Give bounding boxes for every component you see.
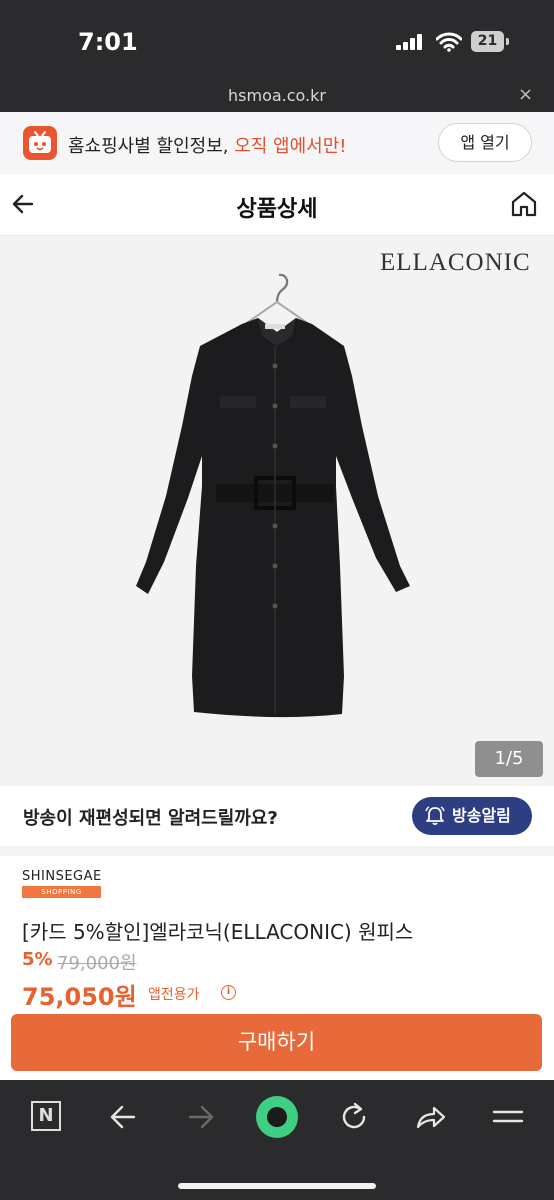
home-indicator[interactable] [178,1183,376,1189]
notify-question: 방송이 재편성되면 알려드릴까요? [23,808,278,829]
page-title: 상품상세 [236,197,318,222]
green-dot-center [267,1107,287,1127]
section-divider [0,846,554,856]
menu-icon[interactable] [492,1100,524,1134]
close-icon[interactable]: × [518,84,533,105]
naver-n-icon[interactable]: N [31,1101,61,1131]
broadcast-notify-section: 방송이 재편성되면 알려드릴까요? 방송알림 [0,786,554,846]
image-counter: 1/5 [475,741,543,777]
battery-nub [506,38,509,45]
home-icon[interactable] [509,189,539,219]
web-page: 홈쇼핑사별 할인정보, 오직 앱에서만! 앱 열기 상품상세 ELLACONIC [0,112,554,1080]
forward-icon[interactable] [186,1100,216,1134]
cellular-signal-icon [396,34,422,50]
banner-text-main: 홈쇼핑사별 할인정보, [68,136,235,157]
status-time: 7:01 [78,28,138,56]
app-promo-banner[interactable]: 홈쇼핑사별 할인정보, 오직 앱에서만! 앱 열기 [0,112,554,174]
product-name: [카드 5%할인]엘라코닉(ELLACONIC) 원피스 [22,920,414,944]
broadcast-alert-button[interactable]: 방송알림 [412,797,532,835]
info-icon[interactable]: i [221,985,236,1000]
browser-url-bar[interactable]: hsmoa.co.kr × [0,82,554,112]
refresh-icon[interactable] [338,1100,370,1134]
product-image-gallery[interactable]: ELLACONIC 1/5 [0,236,554,786]
discount-rate: 5% [22,949,53,970]
product-info: SHINSEGAE SHOPPING [카드 5%할인]엘라코닉(ELLACON… [0,856,554,1080]
seller-logo[interactable]: SHINSEGAE [22,869,102,884]
hsmoa-app-icon [23,126,57,160]
broadcast-alert-label: 방송알림 [452,806,511,825]
dress-product-image [136,273,410,718]
wifi-icon [436,32,462,52]
original-price: 79,000원 [57,953,137,974]
url-text[interactable]: hsmoa.co.kr [0,86,554,105]
battery-indicator: 21 [471,31,504,52]
browser-toolbar: N [0,1080,554,1200]
seller-logo-sub: SHOPPING [22,886,101,898]
open-app-button[interactable]: 앱 열기 [438,123,532,162]
app-only-price-label: 앱전용가 [148,987,200,1003]
banner-text: 홈쇼핑사별 할인정보, 오직 앱에서만! [68,132,347,158]
share-icon[interactable] [414,1100,448,1134]
bell-icon [425,806,445,826]
buy-button[interactable]: 구매하기 [11,1014,542,1071]
status-bar: 7:01 21 [0,0,554,82]
page-header: 상품상세 [0,174,554,236]
back-icon[interactable] [108,1100,138,1134]
sale-price: 75,050원 [22,983,137,1011]
banner-text-highlight: 오직 앱에서만! [234,136,347,157]
